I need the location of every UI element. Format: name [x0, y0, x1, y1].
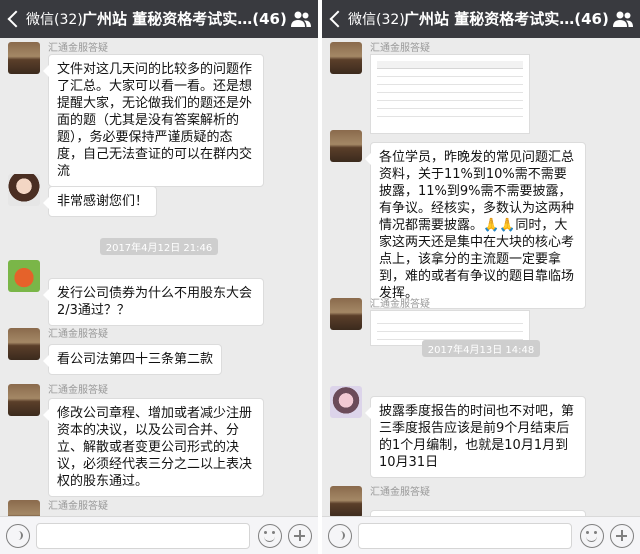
chat-window-right: 汇通金服答疑 各位学员，昨晚发的常见问题汇总资料，关于11%到10%需不需要披露… [322, 0, 640, 554]
avatar[interactable] [330, 130, 362, 162]
sender-name: 汇通金服答疑 [370, 487, 430, 498]
message-input[interactable] [36, 523, 250, 549]
chevron-left-icon [329, 10, 347, 28]
emoji-icon[interactable] [580, 524, 604, 548]
plus-icon[interactable] [288, 524, 312, 548]
avatar[interactable] [8, 174, 40, 206]
timestamp: 2017年4月12日 21:46 [0, 236, 318, 255]
sender-name: 汇通金服答疑 [370, 43, 430, 54]
message-bubble[interactable]: 各位学员，昨晚发的常见问题汇总资料，关于11%到10%需不需要披露，11%到9%… [365, 142, 586, 309]
avatar[interactable] [8, 42, 40, 74]
navigation-bar: 微信(32) 广州站 董秘资格考试实…(46) [0, 0, 318, 38]
document-image-content [377, 316, 523, 340]
chat-window-left: 汇通金服答疑 文件对这几天问的比较多的问题作了汇总。大家可以看一看。还是想提醒大… [0, 0, 318, 554]
sender-name: 汇通金服答疑 [48, 385, 108, 396]
message-bubble[interactable]: 披露季度报告的时间也不对吧，第三季度报告应该是前9个月结束后的1个月编制，也就是… [365, 396, 586, 478]
image-message-table[interactable] [370, 54, 530, 134]
message-bubble[interactable]: 发行公司债券为什么不用股东大会2/3通过？？ [43, 278, 264, 326]
avatar[interactable] [8, 260, 40, 292]
voice-icon[interactable] [328, 524, 352, 548]
sender-name: 汇通金服答疑 [370, 299, 430, 310]
navigation-bar: 微信(32) 广州站 董秘资格考试实…(46) [322, 0, 640, 38]
chat-title: 广州站 董秘资格考试实…(46) [404, 10, 609, 28]
chat-title: 广州站 董秘资格考试实…(46) [82, 10, 287, 28]
avatar[interactable] [330, 298, 362, 330]
message-bubble[interactable]: 非常感谢您们！ [42, 186, 158, 217]
group-members-icon[interactable] [612, 10, 634, 28]
timestamp: 2017年4月13日 14:48 [322, 338, 640, 357]
back-button[interactable]: 微信(32) [326, 0, 405, 38]
plus-icon[interactable] [610, 524, 634, 548]
avatar[interactable] [330, 42, 362, 74]
avatar[interactable] [330, 486, 362, 518]
sender-name: 汇通金服答疑 [48, 43, 108, 54]
voice-icon[interactable] [6, 524, 30, 548]
message-bubble[interactable]: 修改公司章程、增加或者减少注册资本的决议，以及公司合并、分立、解散或者变更公司形… [43, 398, 264, 497]
message-input[interactable] [358, 523, 572, 549]
table-image-content [377, 61, 523, 117]
back-label: 微信(32) [348, 12, 405, 28]
sender-name: 汇通金服答疑 [48, 329, 108, 340]
avatar[interactable] [8, 384, 40, 416]
message-bubble[interactable]: 文件对这几天问的比较多的问题作了汇总。大家可以看一看。还是想提醒大家，无论做我们… [43, 54, 264, 187]
back-label: 微信(32) [26, 12, 83, 28]
sender-name: 汇通金服答疑 [48, 501, 108, 512]
group-members-icon[interactable] [290, 10, 312, 28]
avatar[interactable] [8, 328, 40, 360]
avatar[interactable] [330, 386, 362, 418]
input-bar [322, 516, 640, 554]
input-bar [0, 516, 318, 554]
emoji-icon[interactable] [258, 524, 282, 548]
chevron-left-icon [7, 10, 25, 28]
back-button[interactable]: 微信(32) [4, 0, 83, 38]
message-bubble[interactable]: 看公司法第四十三条第二款 [42, 344, 223, 375]
